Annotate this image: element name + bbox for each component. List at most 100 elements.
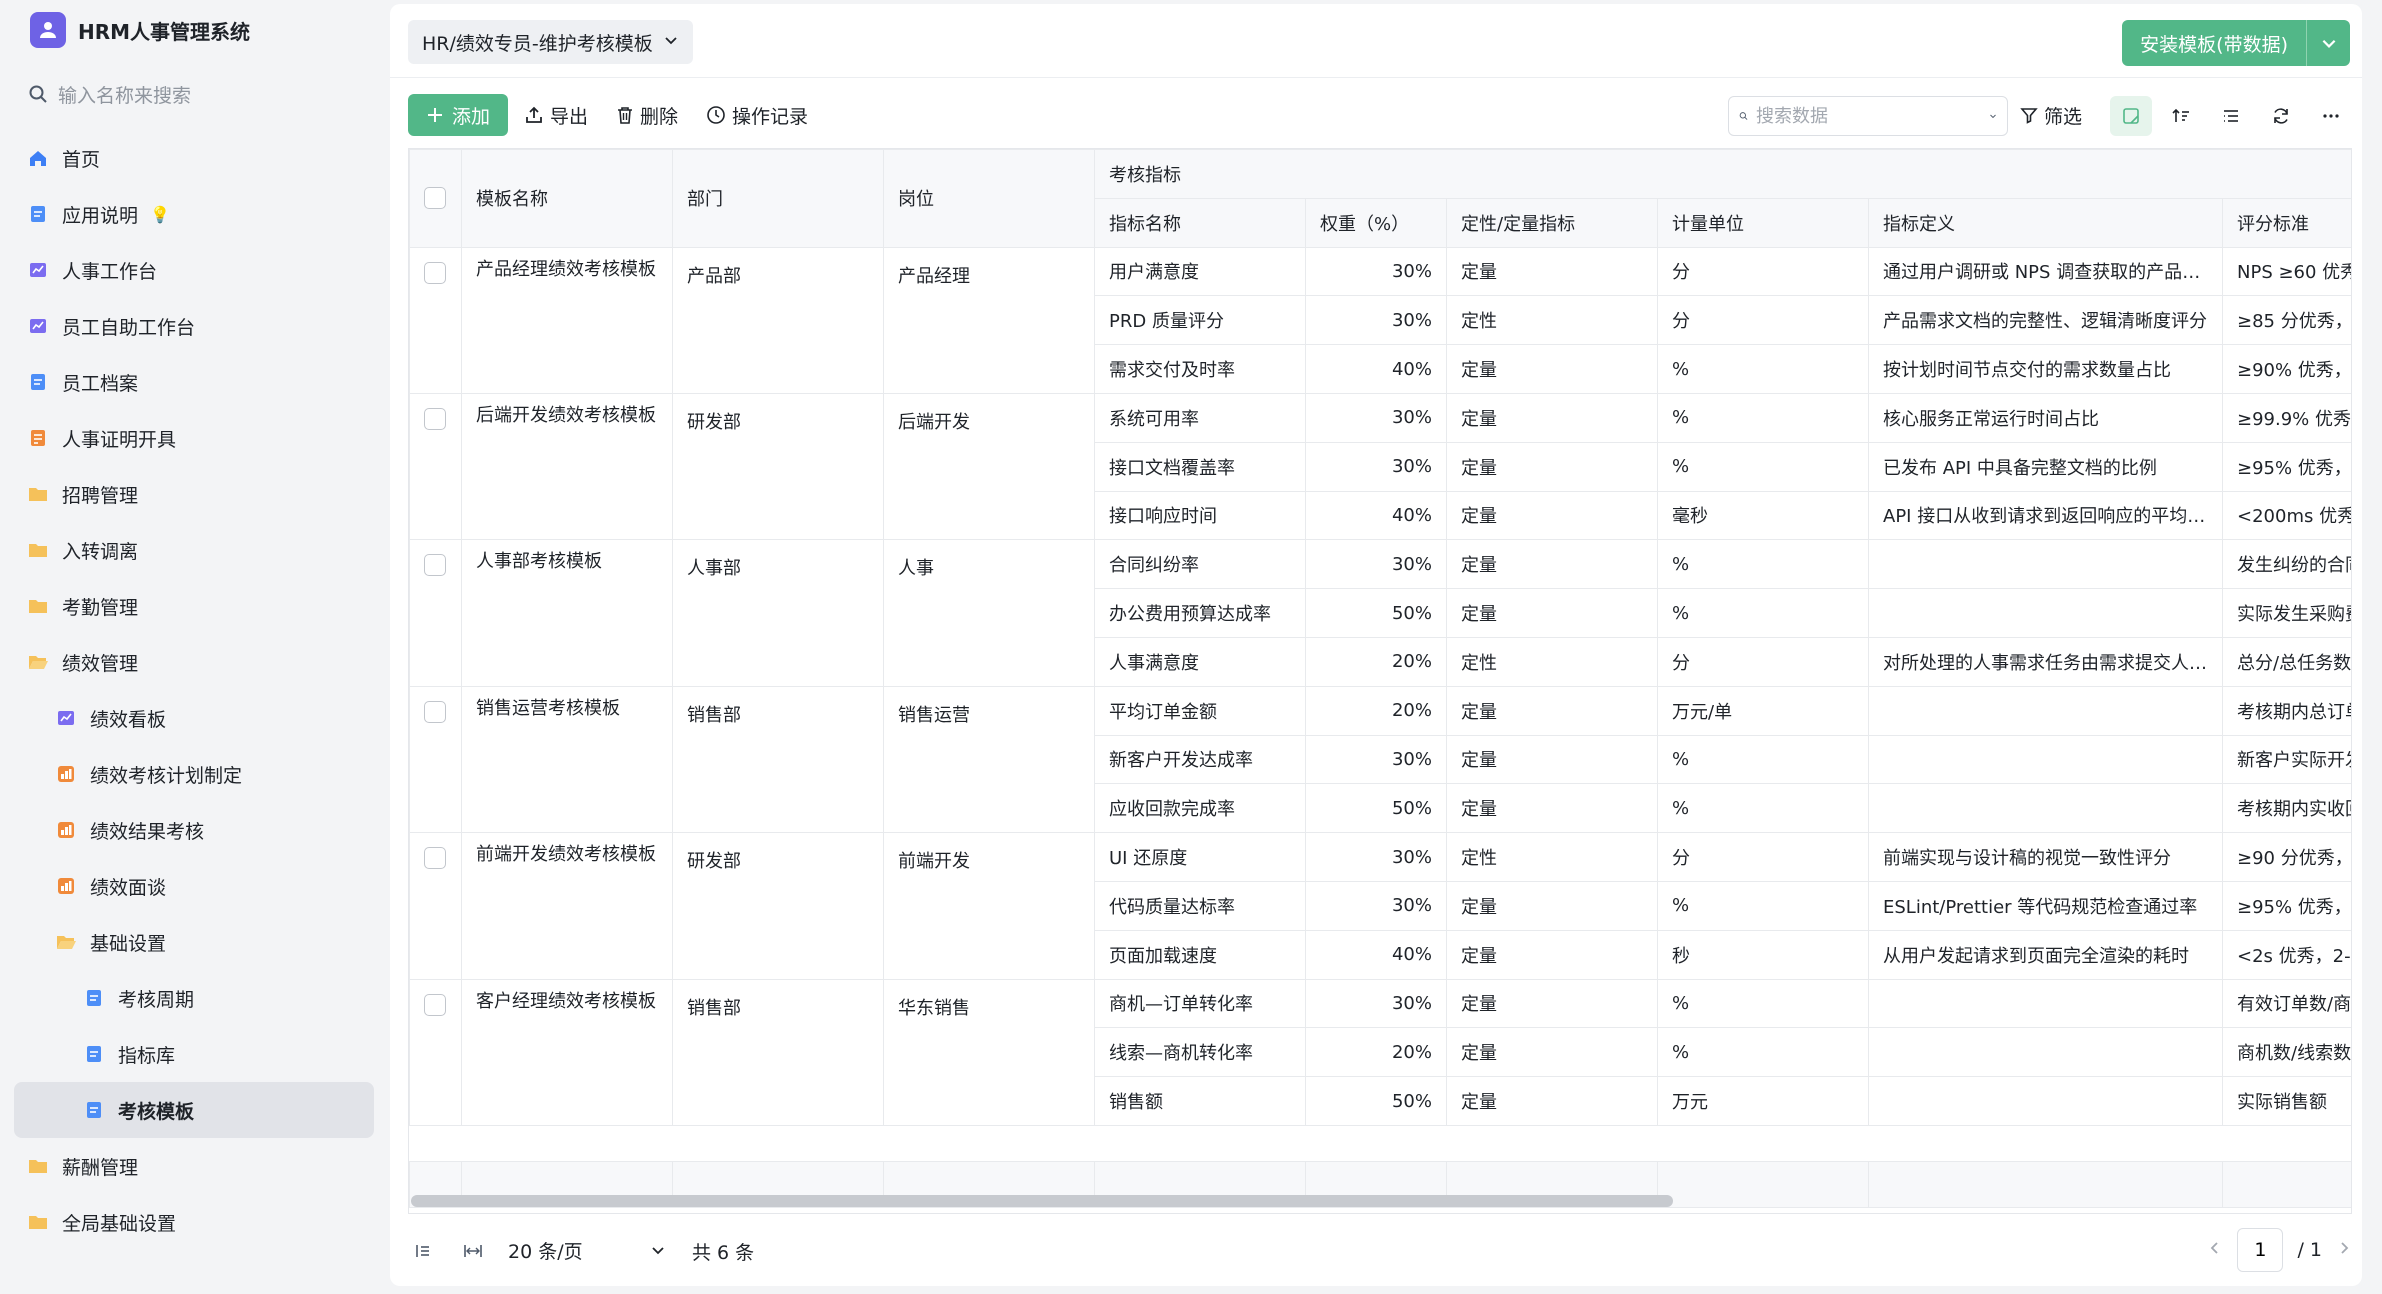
weight-cell[interactable]: 20% — [1305, 636, 1447, 687]
standard-cell[interactable]: 商机数/线索数 — [2221, 1027, 2351, 1078]
indicator-type-cell[interactable]: 定量 — [1446, 246, 1658, 297]
indicator-name-cell[interactable]: 合同纠纷率 — [1094, 539, 1306, 590]
definition-cell[interactable]: 产品需求文档的完整性、逻辑清晰度评分 — [1868, 295, 2223, 346]
indicator-type-cell[interactable]: 定量 — [1446, 1027, 1658, 1078]
indicator-type-cell[interactable]: 定量 — [1446, 392, 1658, 443]
indicator-type-cell[interactable]: 定量 — [1446, 490, 1658, 541]
indicator-name-cell[interactable]: 销售额 — [1094, 1076, 1306, 1126]
indicator-type-cell[interactable]: 定量 — [1446, 929, 1658, 980]
more-button[interactable] — [2310, 96, 2352, 136]
template-name-cell[interactable]: 销售运营考核模板 — [461, 685, 673, 834]
definition-cell[interactable]: API 接口从收到请求到返回响应的平均耗时 — [1868, 490, 2223, 541]
unit-cell[interactable]: 分 — [1657, 295, 1869, 346]
col-unit[interactable]: 计量单位 — [1657, 197, 1869, 248]
indicator-type-cell[interactable]: 定量 — [1446, 1076, 1658, 1126]
group-button[interactable] — [2210, 96, 2252, 136]
unit-cell[interactable]: 分 — [1657, 636, 1869, 687]
definition-cell[interactable]: 已发布 API 中具备完整文档的比例 — [1868, 441, 2223, 492]
sidebar-item-13[interactable]: 绩效面谈 — [14, 858, 374, 914]
indicator-type-cell[interactable]: 定量 — [1446, 588, 1658, 638]
breadcrumb[interactable]: HR/绩效专员-维护考核模板 — [408, 20, 693, 64]
col-weight[interactable]: 权重（%） — [1305, 197, 1447, 248]
indicator-name-cell[interactable]: 页面加载速度 — [1094, 929, 1306, 980]
unit-cell[interactable]: % — [1657, 880, 1869, 931]
department-cell[interactable]: 研发部 — [672, 392, 884, 541]
sidebar-item-11[interactable]: 绩效考核计划制定 — [14, 746, 374, 802]
indicator-name-cell[interactable]: 商机—订单转化率 — [1094, 978, 1306, 1029]
table-row[interactable]: 客户经理绩效考核模板销售部华东销售商机—订单转化率30%定量%有效订单数/商机 — [409, 978, 2351, 1126]
unit-cell[interactable]: % — [1657, 978, 1869, 1029]
standard-cell[interactable]: 实际销售额 — [2221, 1076, 2351, 1126]
template-name-cell[interactable]: 产品经理绩效考核模板 — [461, 246, 673, 394]
sidebar-search-input[interactable] — [58, 85, 348, 107]
row-height-toggle[interactable] — [2110, 96, 2152, 136]
unit-cell[interactable]: % — [1657, 1027, 1869, 1078]
template-name-cell[interactable]: 人事部考核模板 — [461, 539, 673, 687]
weight-cell[interactable]: 40% — [1305, 929, 1447, 980]
unit-cell[interactable]: % — [1657, 588, 1869, 638]
sidebar-item-6[interactable]: 招聘管理 — [14, 466, 374, 522]
definition-cell[interactable] — [1868, 685, 2223, 736]
install-template-button[interactable]: 安装模板(带数据) — [2122, 20, 2306, 66]
sidebar-item-1[interactable]: 应用说明 💡 — [14, 186, 374, 242]
standard-cell[interactable]: 实际发生采购费 — [2221, 588, 2351, 638]
weight-cell[interactable]: 30% — [1305, 880, 1447, 931]
sidebar-item-19[interactable]: 全局基础设置 — [14, 1194, 374, 1250]
row-checkbox[interactable] — [424, 993, 446, 1016]
definition-cell[interactable]: 核心服务正常运行时间占比 — [1868, 392, 2223, 443]
indicator-name-cell[interactable]: 平均订单金额 — [1094, 685, 1306, 736]
post-cell[interactable]: 华东销售 — [883, 978, 1095, 1126]
col-standard[interactable]: 评分标准 — [2221, 197, 2351, 248]
row-checkbox[interactable] — [424, 261, 446, 284]
weight-cell[interactable]: 50% — [1305, 1076, 1447, 1126]
standard-cell[interactable]: ≥90% 优秀，≥8 — [2221, 344, 2351, 394]
row-checkbox[interactable] — [424, 700, 446, 723]
definition-cell[interactable]: ESLint/Prettier 等代码规范检查通过率 — [1868, 880, 2223, 931]
post-cell[interactable]: 销售运营 — [883, 685, 1095, 834]
sidebar-item-10[interactable]: 绩效看板 — [14, 690, 374, 746]
standard-cell[interactable]: <2s 优秀，2-3s — [2221, 929, 2351, 980]
template-name-cell[interactable]: 前端开发绩效考核模板 — [461, 832, 673, 980]
sidebar-item-12[interactable]: 绩效结果考核 — [14, 802, 374, 858]
delete-button[interactable]: 删除 — [616, 94, 678, 136]
weight-cell[interactable]: 30% — [1305, 295, 1447, 346]
brand[interactable]: HRM人事管理系统 — [30, 10, 250, 50]
definition-cell[interactable] — [1868, 734, 2223, 785]
weight-cell[interactable]: 30% — [1305, 734, 1447, 785]
standard-cell[interactable]: ≥95% 优秀，≥8 — [2221, 880, 2351, 931]
sidebar-item-14[interactable]: 基础设置 — [14, 914, 374, 970]
standard-cell[interactable]: 总分/总任务数 — [2221, 636, 2351, 687]
definition-cell[interactable]: 通过用户调研或 NPS 调查获取的产品满意度评分 — [1868, 246, 2223, 297]
table-row[interactable]: 销售运营考核模板 销售部 销售运营 平均订单金额 20% 定量 万元/单 考核期内总订单 — [409, 685, 2351, 834]
indicator-name-cell[interactable]: 代码质量达标率 — [1094, 880, 1306, 931]
sidebar-item-15[interactable]: 考核周期 — [14, 970, 374, 1026]
indicator-type-cell[interactable]: 定性 — [1446, 636, 1658, 687]
table-row[interactable]: 前端开发绩效考核模板 研发部 前端开发 UI 还原度 30% 定性分前端实现与设计稿的视觉… — [409, 832, 2351, 980]
definition-cell[interactable] — [1868, 539, 2223, 590]
standard-cell[interactable]: ≥95% 优秀，≥8 — [2221, 441, 2351, 492]
definition-cell[interactable] — [1868, 978, 2223, 1029]
department-cell[interactable]: 研发部 — [672, 832, 884, 980]
col-department[interactable]: 部门 — [672, 149, 884, 248]
definition-cell[interactable]: 对所处理的人事需求任务由需求提交人评分 — [1868, 636, 2223, 687]
data-search-input[interactable] — [1756, 105, 1981, 127]
indicator-name-cell[interactable]: 系统可用率 — [1094, 392, 1306, 443]
department-cell[interactable]: 销售部 — [672, 685, 884, 834]
row-checkbox[interactable] — [424, 554, 446, 577]
add-button[interactable]: 添加 — [408, 94, 509, 136]
install-dropdown-button[interactable] — [2306, 20, 2350, 66]
post-cell[interactable]: 产品经理 — [883, 246, 1095, 394]
standard-cell[interactable]: <200ms 优秀， — [2221, 490, 2351, 541]
sidebar-item-16[interactable]: 指标库 — [14, 1026, 374, 1082]
weight-cell[interactable]: 30% — [1305, 392, 1447, 443]
indicator-type-cell[interactable]: 定性 — [1446, 832, 1658, 882]
standard-cell[interactable]: 有效订单数/商机 — [2221, 978, 2351, 1029]
weight-cell[interactable]: 20% — [1305, 685, 1447, 736]
sidebar-item-2[interactable]: 人事工作台 — [14, 242, 374, 298]
unit-cell[interactable]: 万元/单 — [1657, 685, 1869, 736]
weight-cell[interactable]: 50% — [1305, 588, 1447, 638]
definition-cell[interactable] — [1868, 1027, 2223, 1078]
standard-cell[interactable]: ≥85 分优秀，≥ — [2221, 295, 2351, 346]
standard-cell[interactable]: ≥90 分优秀，≥ — [2221, 832, 2351, 882]
next-page-button[interactable] — [2336, 1239, 2352, 1261]
